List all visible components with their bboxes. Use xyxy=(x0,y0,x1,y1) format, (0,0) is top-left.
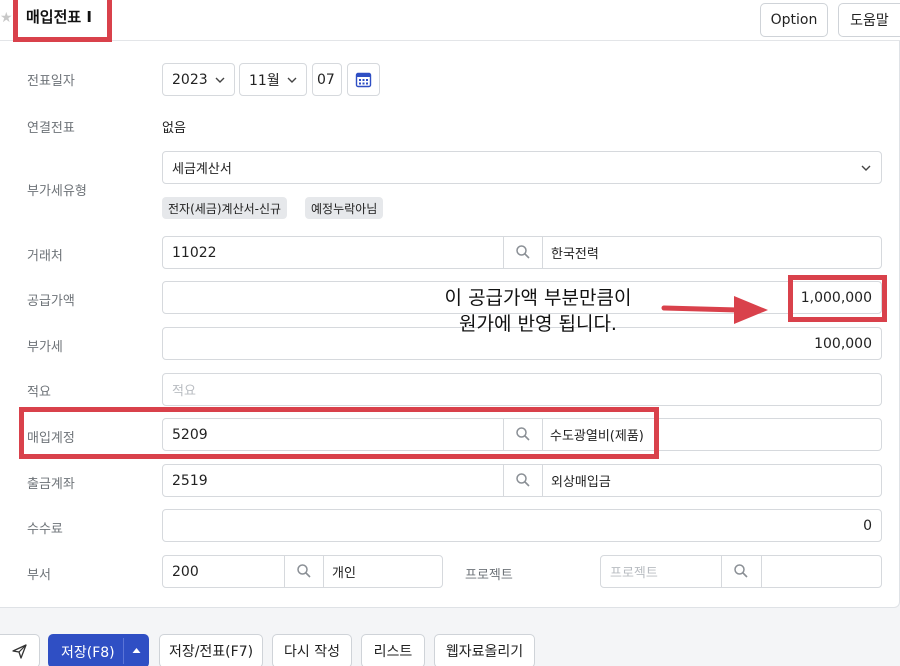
send-button[interactable] xyxy=(0,634,40,666)
fee-label: 수수료 xyxy=(27,522,63,537)
divider xyxy=(503,237,504,268)
department-code[interactable]: 200 xyxy=(172,556,199,587)
year-select[interactable]: 2023 xyxy=(162,63,235,96)
vat-type-value: 세금계산서 xyxy=(172,162,232,177)
divider xyxy=(503,465,504,496)
vendor-label: 거래처 xyxy=(27,249,63,264)
search-icon[interactable] xyxy=(296,563,312,579)
project-placeholder: 프로젝트 xyxy=(610,566,658,581)
linked-slip-value: 없음 xyxy=(162,121,186,136)
memo-input[interactable]: 적요 xyxy=(162,373,882,406)
vendor-name: 한국전력 xyxy=(551,247,599,262)
divider xyxy=(123,638,124,664)
vat-type-label: 부가세유형 xyxy=(27,184,87,199)
save-button[interactable]: 저장(F8) xyxy=(48,634,149,666)
department-field[interactable]: 200 개인 xyxy=(162,555,443,588)
purchase-account-highlight-box xyxy=(19,407,659,459)
option-button[interactable]: Option xyxy=(760,3,828,37)
vendor-code[interactable]: 11022 xyxy=(172,237,217,268)
help-button[interactable]: 도움말 xyxy=(838,3,900,37)
project-field[interactable]: 프로젝트 xyxy=(600,555,882,588)
calendar-button[interactable] xyxy=(347,63,380,96)
memo-label: 적요 xyxy=(27,385,51,400)
calendar-icon xyxy=(355,72,372,88)
annotation-line-1: 이 공급가액 부분만큼이 xyxy=(444,287,632,309)
vat-label: 부가세 xyxy=(27,340,63,355)
chevron-down-icon xyxy=(287,77,297,83)
title-highlight-box xyxy=(13,0,112,42)
payment-account-label: 출금계좌 xyxy=(27,477,75,492)
month-select[interactable]: 11월 xyxy=(239,63,307,96)
vendor-field[interactable]: 11022 한국전력 xyxy=(162,236,882,269)
star-icon[interactable]: ★ xyxy=(0,10,13,26)
rewrite-button[interactable]: 다시 작성 xyxy=(272,634,352,666)
annotation-line-2: 원가에 반영 됩니다. xyxy=(459,313,617,335)
divider xyxy=(284,556,285,587)
supply-amount-label: 공급가액 xyxy=(27,294,75,309)
divider xyxy=(323,556,324,587)
search-icon[interactable] xyxy=(515,244,531,260)
annotation-text: 이 공급가액 부분만큼이 원가에 반영 됩니다. xyxy=(418,285,658,337)
divider xyxy=(721,556,722,587)
month-value: 11월 xyxy=(249,72,280,89)
department-label: 부서 xyxy=(27,568,51,583)
date-label: 전표일자 xyxy=(27,74,75,89)
web-upload-button[interactable]: 웹자료올리기 xyxy=(434,634,535,666)
fee-input[interactable]: 0 xyxy=(162,509,882,542)
linked-slip-label: 연결전표 xyxy=(27,121,75,136)
search-icon[interactable] xyxy=(515,472,531,488)
payment-account-code[interactable]: 2519 xyxy=(172,465,208,496)
divider xyxy=(761,556,762,587)
fee-value: 0 xyxy=(863,517,872,534)
supply-amount-highlight-box xyxy=(788,275,887,322)
vat-value: 100,000 xyxy=(814,335,872,352)
memo-placeholder: 적요 xyxy=(172,384,196,399)
list-button[interactable]: 리스트 xyxy=(361,634,425,666)
chevron-down-icon xyxy=(861,165,871,171)
chevron-down-icon xyxy=(215,77,225,83)
year-value: 2023 xyxy=(172,71,208,88)
department-name: 개인 xyxy=(332,566,356,581)
vat-tag-no-omission[interactable]: 예정누락아님 xyxy=(305,197,384,219)
day-input[interactable]: 07 xyxy=(312,63,342,96)
caret-up-icon[interactable] xyxy=(132,647,141,654)
vat-tag-electronic[interactable]: 전자(세금)계산서-신규 xyxy=(162,197,288,219)
divider xyxy=(542,465,543,496)
project-label: 프로젝트 xyxy=(465,568,513,583)
save-button-label: 저장(F8) xyxy=(61,645,115,661)
day-value: 07 xyxy=(317,71,335,88)
payment-account-field[interactable]: 2519 외상매입금 xyxy=(162,464,882,497)
paper-plane-icon xyxy=(12,643,27,659)
divider xyxy=(542,237,543,268)
page-header: ★ 매입전표 I Option 도움말 xyxy=(0,0,900,41)
search-icon[interactable] xyxy=(733,563,749,579)
vat-type-select[interactable]: 세금계산서 xyxy=(162,151,882,184)
save-slip-button[interactable]: 저장/전표(F7) xyxy=(159,634,263,666)
payment-account-name: 외상매입금 xyxy=(551,475,611,490)
annotation-arrow-icon xyxy=(661,296,768,324)
page: ★ 매입전표 I Option 도움말 전표일자 2023 11월 07 연결전… xyxy=(0,0,900,666)
